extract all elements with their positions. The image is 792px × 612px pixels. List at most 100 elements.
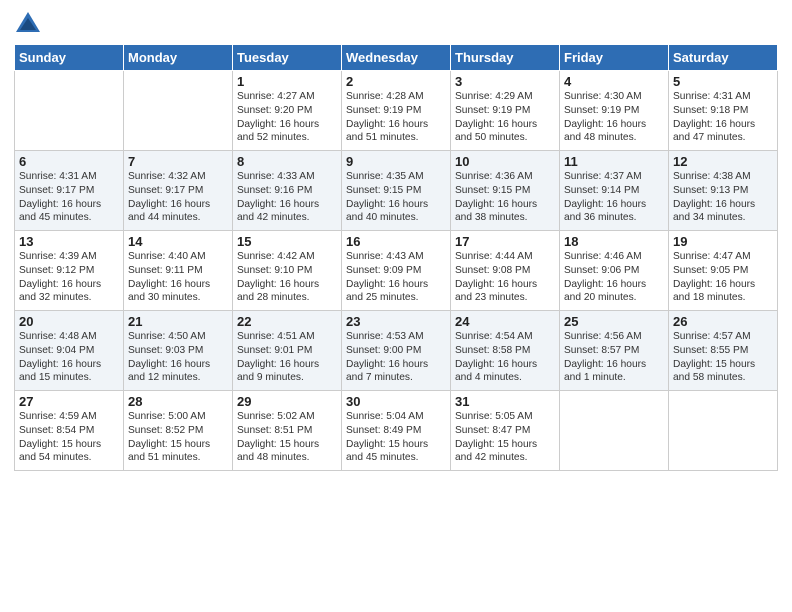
- day-number: 22: [237, 314, 337, 329]
- calendar-cell: 8Sunrise: 4:33 AM Sunset: 9:16 PM Daylig…: [233, 151, 342, 231]
- day-number: 4: [564, 74, 664, 89]
- calendar-cell: 19Sunrise: 4:47 AM Sunset: 9:05 PM Dayli…: [669, 231, 778, 311]
- day-number: 12: [673, 154, 773, 169]
- calendar-cell: 22Sunrise: 4:51 AM Sunset: 9:01 PM Dayli…: [233, 311, 342, 391]
- cell-info: Sunrise: 4:37 AM Sunset: 9:14 PM Dayligh…: [564, 170, 664, 225]
- calendar-header-row: SundayMondayTuesdayWednesdayThursdayFrid…: [15, 45, 778, 71]
- calendar-cell: 1Sunrise: 4:27 AM Sunset: 9:20 PM Daylig…: [233, 71, 342, 151]
- day-number: 7: [128, 154, 228, 169]
- logo: [14, 10, 46, 38]
- day-number: 11: [564, 154, 664, 169]
- calendar-cell: 29Sunrise: 5:02 AM Sunset: 8:51 PM Dayli…: [233, 391, 342, 471]
- day-number: 10: [455, 154, 555, 169]
- calendar-table: SundayMondayTuesdayWednesdayThursdayFrid…: [14, 44, 778, 471]
- cell-info: Sunrise: 5:00 AM Sunset: 8:52 PM Dayligh…: [128, 410, 228, 465]
- calendar-cell: 6Sunrise: 4:31 AM Sunset: 9:17 PM Daylig…: [15, 151, 124, 231]
- calendar-cell: 23Sunrise: 4:53 AM Sunset: 9:00 PM Dayli…: [342, 311, 451, 391]
- day-number: 20: [19, 314, 119, 329]
- day-number: 29: [237, 394, 337, 409]
- day-number: 18: [564, 234, 664, 249]
- day-number: 15: [237, 234, 337, 249]
- calendar-cell: 13Sunrise: 4:39 AM Sunset: 9:12 PM Dayli…: [15, 231, 124, 311]
- calendar-cell: 4Sunrise: 4:30 AM Sunset: 9:19 PM Daylig…: [560, 71, 669, 151]
- cell-info: Sunrise: 4:38 AM Sunset: 9:13 PM Dayligh…: [673, 170, 773, 225]
- calendar-cell: 5Sunrise: 4:31 AM Sunset: 9:18 PM Daylig…: [669, 71, 778, 151]
- cell-info: Sunrise: 4:56 AM Sunset: 8:57 PM Dayligh…: [564, 330, 664, 385]
- calendar-cell: [560, 391, 669, 471]
- calendar-cell: 21Sunrise: 4:50 AM Sunset: 9:03 PM Dayli…: [124, 311, 233, 391]
- cell-info: Sunrise: 4:46 AM Sunset: 9:06 PM Dayligh…: [564, 250, 664, 305]
- cell-info: Sunrise: 4:30 AM Sunset: 9:19 PM Dayligh…: [564, 90, 664, 145]
- cell-info: Sunrise: 4:44 AM Sunset: 9:08 PM Dayligh…: [455, 250, 555, 305]
- calendar-cell: 18Sunrise: 4:46 AM Sunset: 9:06 PM Dayli…: [560, 231, 669, 311]
- day-number: 28: [128, 394, 228, 409]
- day-number: 16: [346, 234, 446, 249]
- day-number: 23: [346, 314, 446, 329]
- calendar-cell: 11Sunrise: 4:37 AM Sunset: 9:14 PM Dayli…: [560, 151, 669, 231]
- cell-info: Sunrise: 4:53 AM Sunset: 9:00 PM Dayligh…: [346, 330, 446, 385]
- calendar-cell: 15Sunrise: 4:42 AM Sunset: 9:10 PM Dayli…: [233, 231, 342, 311]
- calendar-cell: 9Sunrise: 4:35 AM Sunset: 9:15 PM Daylig…: [342, 151, 451, 231]
- calendar-week-row: 6Sunrise: 4:31 AM Sunset: 9:17 PM Daylig…: [15, 151, 778, 231]
- calendar-cell: 17Sunrise: 4:44 AM Sunset: 9:08 PM Dayli…: [451, 231, 560, 311]
- day-number: 27: [19, 394, 119, 409]
- calendar-cell: 31Sunrise: 5:05 AM Sunset: 8:47 PM Dayli…: [451, 391, 560, 471]
- cell-info: Sunrise: 4:33 AM Sunset: 9:16 PM Dayligh…: [237, 170, 337, 225]
- calendar-week-row: 1Sunrise: 4:27 AM Sunset: 9:20 PM Daylig…: [15, 71, 778, 151]
- day-number: 2: [346, 74, 446, 89]
- calendar-day-header: Saturday: [669, 45, 778, 71]
- day-number: 5: [673, 74, 773, 89]
- calendar-day-header: Wednesday: [342, 45, 451, 71]
- cell-info: Sunrise: 4:29 AM Sunset: 9:19 PM Dayligh…: [455, 90, 555, 145]
- calendar-week-row: 13Sunrise: 4:39 AM Sunset: 9:12 PM Dayli…: [15, 231, 778, 311]
- cell-info: Sunrise: 4:43 AM Sunset: 9:09 PM Dayligh…: [346, 250, 446, 305]
- calendar-cell: 2Sunrise: 4:28 AM Sunset: 9:19 PM Daylig…: [342, 71, 451, 151]
- calendar-cell: 12Sunrise: 4:38 AM Sunset: 9:13 PM Dayli…: [669, 151, 778, 231]
- calendar-cell: 7Sunrise: 4:32 AM Sunset: 9:17 PM Daylig…: [124, 151, 233, 231]
- calendar-day-header: Friday: [560, 45, 669, 71]
- cell-info: Sunrise: 5:02 AM Sunset: 8:51 PM Dayligh…: [237, 410, 337, 465]
- calendar-day-header: Monday: [124, 45, 233, 71]
- calendar-cell: [669, 391, 778, 471]
- cell-info: Sunrise: 4:42 AM Sunset: 9:10 PM Dayligh…: [237, 250, 337, 305]
- day-number: 19: [673, 234, 773, 249]
- cell-info: Sunrise: 4:32 AM Sunset: 9:17 PM Dayligh…: [128, 170, 228, 225]
- calendar-day-header: Sunday: [15, 45, 124, 71]
- cell-info: Sunrise: 4:50 AM Sunset: 9:03 PM Dayligh…: [128, 330, 228, 385]
- cell-info: Sunrise: 4:35 AM Sunset: 9:15 PM Dayligh…: [346, 170, 446, 225]
- day-number: 6: [19, 154, 119, 169]
- cell-info: Sunrise: 5:04 AM Sunset: 8:49 PM Dayligh…: [346, 410, 446, 465]
- day-number: 25: [564, 314, 664, 329]
- cell-info: Sunrise: 4:31 AM Sunset: 9:17 PM Dayligh…: [19, 170, 119, 225]
- cell-info: Sunrise: 4:40 AM Sunset: 9:11 PM Dayligh…: [128, 250, 228, 305]
- calendar-cell: 24Sunrise: 4:54 AM Sunset: 8:58 PM Dayli…: [451, 311, 560, 391]
- cell-info: Sunrise: 4:36 AM Sunset: 9:15 PM Dayligh…: [455, 170, 555, 225]
- day-number: 17: [455, 234, 555, 249]
- calendar-cell: 20Sunrise: 4:48 AM Sunset: 9:04 PM Dayli…: [15, 311, 124, 391]
- day-number: 8: [237, 154, 337, 169]
- day-number: 26: [673, 314, 773, 329]
- day-number: 9: [346, 154, 446, 169]
- cell-info: Sunrise: 5:05 AM Sunset: 8:47 PM Dayligh…: [455, 410, 555, 465]
- day-number: 1: [237, 74, 337, 89]
- cell-info: Sunrise: 4:47 AM Sunset: 9:05 PM Dayligh…: [673, 250, 773, 305]
- cell-info: Sunrise: 4:48 AM Sunset: 9:04 PM Dayligh…: [19, 330, 119, 385]
- cell-info: Sunrise: 4:31 AM Sunset: 9:18 PM Dayligh…: [673, 90, 773, 145]
- calendar-cell: 16Sunrise: 4:43 AM Sunset: 9:09 PM Dayli…: [342, 231, 451, 311]
- calendar-cell: [124, 71, 233, 151]
- day-number: 3: [455, 74, 555, 89]
- cell-info: Sunrise: 4:59 AM Sunset: 8:54 PM Dayligh…: [19, 410, 119, 465]
- calendar-cell: 28Sunrise: 5:00 AM Sunset: 8:52 PM Dayli…: [124, 391, 233, 471]
- calendar-week-row: 27Sunrise: 4:59 AM Sunset: 8:54 PM Dayli…: [15, 391, 778, 471]
- calendar-cell: 14Sunrise: 4:40 AM Sunset: 9:11 PM Dayli…: [124, 231, 233, 311]
- calendar-day-header: Thursday: [451, 45, 560, 71]
- calendar-cell: 27Sunrise: 4:59 AM Sunset: 8:54 PM Dayli…: [15, 391, 124, 471]
- calendar-week-row: 20Sunrise: 4:48 AM Sunset: 9:04 PM Dayli…: [15, 311, 778, 391]
- cell-info: Sunrise: 4:51 AM Sunset: 9:01 PM Dayligh…: [237, 330, 337, 385]
- calendar-cell: 25Sunrise: 4:56 AM Sunset: 8:57 PM Dayli…: [560, 311, 669, 391]
- calendar-cell: 10Sunrise: 4:36 AM Sunset: 9:15 PM Dayli…: [451, 151, 560, 231]
- day-number: 13: [19, 234, 119, 249]
- day-number: 24: [455, 314, 555, 329]
- calendar-cell: 26Sunrise: 4:57 AM Sunset: 8:55 PM Dayli…: [669, 311, 778, 391]
- day-number: 31: [455, 394, 555, 409]
